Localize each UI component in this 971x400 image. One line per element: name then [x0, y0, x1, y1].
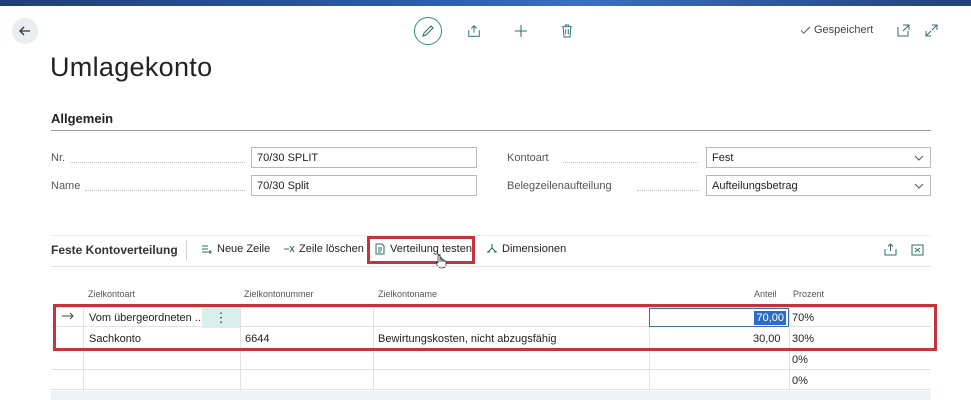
- cell-percent: 0%: [792, 354, 808, 366]
- line-split-value: Aufteilungsbetrag: [712, 179, 798, 192]
- save-status-label: Gespeichert: [814, 24, 874, 36]
- arrow-left-icon: [19, 26, 30, 36]
- open-new-window-button[interactable]: [897, 24, 910, 37]
- account-type-label: Kontoart: [507, 152, 549, 164]
- back-button[interactable]: [12, 18, 38, 44]
- trash-icon: [561, 24, 573, 38]
- name-label: Name: [51, 180, 81, 192]
- part-top-divider: [51, 235, 931, 236]
- expand-icon: [925, 24, 938, 37]
- dimensions-label: Dimensionen: [502, 243, 567, 255]
- column-header-target-name[interactable]: Zielkontoname: [378, 289, 437, 299]
- account-type-select[interactable]: Fest: [706, 147, 931, 168]
- no-label: Nr.: [51, 152, 66, 164]
- delete-line-button[interactable]: Zeile löschen: [283, 243, 364, 255]
- toolbar-divider: [51, 266, 931, 267]
- highlight-test-distribution: [367, 236, 475, 264]
- grid-footer: [51, 391, 931, 400]
- column-header-share[interactable]: Anteil: [754, 289, 777, 299]
- line-split-select[interactable]: Aufteilungsbetrag: [706, 175, 931, 196]
- open-in-excel-icon[interactable]: [911, 243, 924, 256]
- expand-button[interactable]: [925, 24, 938, 37]
- name-field[interactable]: 70/30 Split: [251, 175, 477, 196]
- account-type-value: Fest: [712, 151, 734, 164]
- new-line-label: Neue Zeile: [217, 243, 271, 255]
- leader-dots: [563, 162, 698, 163]
- section-title-general[interactable]: Allgemein: [51, 111, 113, 126]
- leader-dots: [70, 162, 245, 163]
- no-field[interactable]: 70/30 SPLIT: [251, 147, 477, 168]
- new-line-button[interactable]: Neue Zeile: [201, 243, 270, 255]
- column-header-target-type[interactable]: Zielkontoart: [88, 289, 135, 299]
- dimensions-button[interactable]: Dimensionen: [486, 243, 566, 255]
- column-header-target-no[interactable]: Zielkontonummer: [244, 289, 314, 299]
- line-split-label: Belegzeilenaufteilung: [507, 180, 612, 192]
- delete-line-label: Zeile löschen: [299, 243, 364, 255]
- distribution-title: Feste Kontoverteilung: [51, 243, 178, 257]
- pencil-icon: [422, 25, 434, 37]
- toolbar-separator: [186, 240, 187, 260]
- edit-button[interactable]: [414, 17, 442, 45]
- checkmark-icon: [800, 26, 811, 34]
- share-button[interactable]: [466, 23, 482, 39]
- save-status: Gespeichert: [800, 24, 873, 36]
- new-button[interactable]: [513, 23, 529, 39]
- new-line-icon: [202, 245, 212, 254]
- cell-percent: 0%: [792, 375, 808, 387]
- highlight-distribution-rows: [53, 304, 937, 351]
- plus-icon: [514, 24, 528, 38]
- share-icon: [468, 25, 480, 37]
- chevron-down-icon: [914, 155, 924, 161]
- leader-dots: [637, 190, 699, 191]
- leader-dots: [85, 190, 245, 191]
- page-title: Umlagekonto: [50, 52, 213, 82]
- popout-icon: [897, 24, 910, 37]
- column-header-percent[interactable]: Prozent: [793, 289, 824, 299]
- dimensions-icon: [487, 244, 497, 253]
- delete-button[interactable]: [560, 23, 574, 39]
- section-divider: [51, 130, 931, 131]
- chevron-down-icon: [914, 183, 924, 189]
- top-banner: [0, 0, 971, 6]
- share-icon[interactable]: [884, 243, 897, 256]
- delete-line-icon: [284, 245, 295, 253]
